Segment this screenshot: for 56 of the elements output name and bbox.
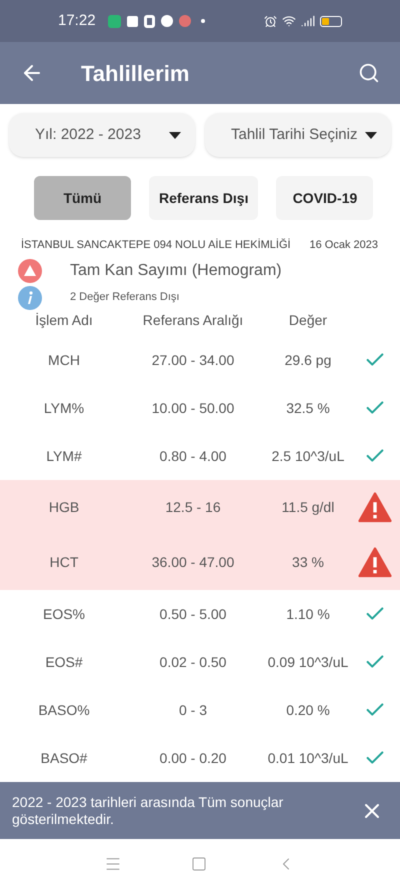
column-header: Referans Aralığı	[142, 310, 244, 330]
table-cell-text: 12.5 - 16	[164, 498, 222, 517]
table-cell-text: 36.00 - 47.00	[150, 553, 236, 572]
warning-icon	[358, 492, 392, 523]
report-date: 16 Ocak 2023	[310, 238, 378, 253]
table-cell-text: 0.80 - 4.00	[158, 446, 228, 466]
snackbar-message: 2022 - 2023 tarihleri arasında Tüm sonuçlar gösterilmektedir.	[12, 794, 284, 828]
filter-tab[interactable]: COVID-19	[276, 176, 374, 220]
signal-icon	[301, 14, 315, 28]
table-cell-text: BASO#	[40, 748, 88, 768]
column-header: İşlem Adı	[34, 310, 94, 330]
app-icon	[144, 14, 155, 28]
table-cell-text: 32.5 %	[285, 398, 331, 418]
table-cell-text: 0.09 10^3/uL	[266, 652, 350, 672]
clock: 17:22	[58, 10, 96, 31]
filter-tab[interactable]: Tümü	[34, 176, 131, 220]
dropdown[interactable]: Tahlil Tarihi Seçiniz	[205, 113, 391, 157]
table-cell-text: BASO%	[37, 700, 91, 720]
table-cell-text: LYM%	[42, 398, 86, 418]
alarm-icon	[264, 14, 277, 28]
dropdown[interactable]: Yıl: 2022 - 2023	[9, 113, 195, 157]
alert-icon	[18, 258, 42, 282]
table-cell-text: 0.02 - 0.50	[158, 652, 228, 672]
table-cell-text: 11.5 g/dl	[280, 498, 336, 517]
table-cell-text: MCH	[47, 350, 81, 370]
test-name: Tam Kan Sayımı (Hemogram)	[70, 260, 282, 280]
battery-icon	[320, 16, 342, 26]
caret-icon	[169, 132, 181, 138]
table-cell-text: 2.5 10^3/uL	[270, 446, 346, 466]
table-cell-text: LYM#	[45, 446, 83, 466]
wifi-icon	[282, 14, 296, 28]
column-header: Değer	[288, 310, 328, 330]
screen-title: Tahlillerim	[81, 60, 190, 88]
table-cell-text: 0.50 - 5.00	[158, 604, 228, 624]
table-cell-text: 0 - 3	[178, 700, 208, 720]
table-cell-text: 33 %	[291, 553, 325, 572]
app-icon	[178, 15, 191, 27]
filter-tab[interactable]: Referans Dışı	[149, 176, 258, 220]
table-cell-text: 0.00 - 0.20	[158, 748, 228, 768]
info-icon	[18, 286, 42, 310]
table-cell-text: HGB	[48, 498, 80, 517]
table-cell-text: 0.20 %	[285, 700, 331, 720]
table-cell-text: EOS%	[42, 604, 86, 624]
table-cell-text: 10.00 - 50.00	[150, 398, 236, 418]
institution-name: İSTANBUL SANCAKTEPE 094 NOLU AİLE HEKİMLİĞİ	[21, 238, 291, 253]
table-cell-text: 27.00 - 34.00	[150, 350, 236, 370]
table-cell-text: 29.6 pg	[284, 350, 332, 370]
summary-text: 2 Değer Referans Dışı	[70, 290, 180, 306]
table-cell-text: HCT	[48, 553, 80, 572]
home-icon[interactable]	[190, 856, 207, 872]
warning-icon	[358, 547, 392, 578]
search-icon[interactable]	[358, 62, 380, 84]
caret-icon	[365, 132, 377, 138]
table-cell-text: EOS#	[44, 652, 84, 672]
table-cell-text: 0.01 10^3/uL	[266, 748, 350, 768]
table-cell-text: 1.10 %	[285, 604, 331, 624]
